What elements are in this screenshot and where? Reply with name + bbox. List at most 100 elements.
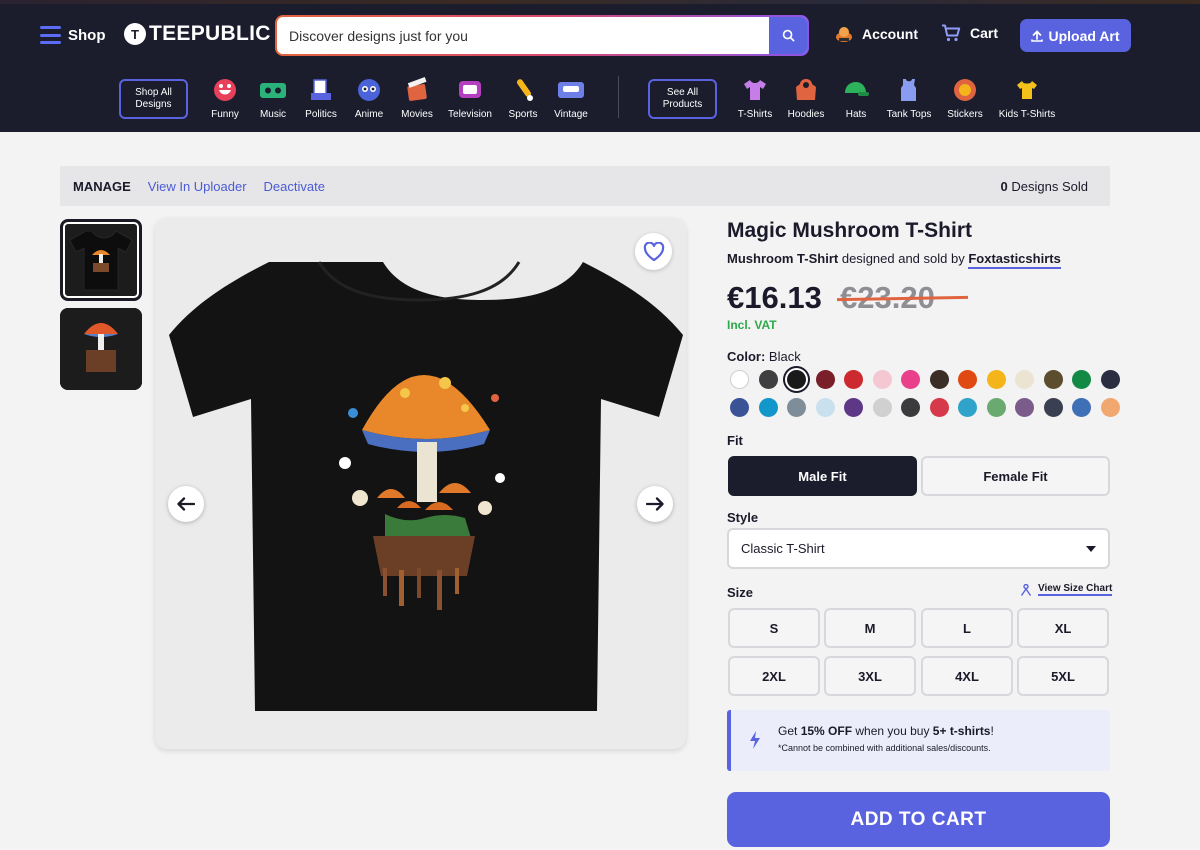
nav-divider bbox=[618, 76, 619, 118]
deactivate-link[interactable]: Deactivate bbox=[264, 179, 325, 194]
color-swatch[interactable] bbox=[1015, 370, 1034, 389]
design-name: Mushroom T-Shirt bbox=[727, 251, 839, 266]
size-option-l[interactable]: L bbox=[921, 608, 1013, 648]
thumbnail-design-image bbox=[60, 308, 142, 390]
designs-sold: 0 Designs Sold bbox=[1001, 179, 1088, 194]
cart-label: Cart bbox=[970, 25, 999, 41]
account-link[interactable]: Account bbox=[834, 24, 918, 44]
nav-label: Television bbox=[448, 109, 492, 120]
seller-link[interactable]: Foxtasticshirts bbox=[968, 251, 1061, 269]
cart-link[interactable]: Cart bbox=[941, 24, 998, 42]
color-swatch[interactable] bbox=[1043, 370, 1063, 389]
color-swatch[interactable] bbox=[958, 398, 977, 417]
color-swatch[interactable] bbox=[901, 398, 920, 417]
fit-option-male[interactable]: Male Fit bbox=[728, 456, 917, 496]
color-swatch[interactable] bbox=[872, 398, 892, 417]
style-select[interactable]: Classic T-Shirt bbox=[727, 528, 1110, 569]
size-option-m[interactable]: M bbox=[824, 608, 916, 648]
hoodie-icon bbox=[792, 76, 820, 104]
tshirt-icon bbox=[741, 76, 769, 104]
promo-get: Get bbox=[778, 724, 798, 738]
color-swatch[interactable] bbox=[815, 398, 835, 417]
size-option-xl[interactable]: XL bbox=[1017, 608, 1109, 648]
product-title: Magic Mushroom T-Shirt bbox=[727, 219, 973, 242]
account-label: Account bbox=[862, 26, 918, 42]
color-swatch[interactable] bbox=[929, 370, 949, 389]
search-button[interactable] bbox=[769, 17, 807, 54]
size-option-4xl[interactable]: 4XL bbox=[921, 656, 1013, 696]
size-option-5xl[interactable]: 5XL bbox=[1017, 656, 1109, 696]
size-option-s[interactable]: S bbox=[728, 608, 820, 648]
size-option-3xl[interactable]: 3XL bbox=[824, 656, 916, 696]
color-swatch[interactable] bbox=[1072, 370, 1091, 389]
search-bar bbox=[275, 15, 809, 56]
shop-menu-label[interactable]: Shop bbox=[68, 27, 106, 44]
color-swatch[interactable] bbox=[1100, 398, 1120, 417]
nav-item-stickers[interactable]: Stickers bbox=[934, 76, 996, 120]
upload-art-label: Upload Art bbox=[1048, 27, 1120, 44]
size-chart-link[interactable]: View Size Chart bbox=[1020, 583, 1113, 596]
color-swatch[interactable] bbox=[986, 398, 1006, 417]
shop-all-designs-button[interactable]: Shop All Designs bbox=[119, 79, 188, 119]
promo-banner: Get 15% OFF when you buy 5+ t-shirts! *C… bbox=[727, 710, 1110, 771]
fit-option-female[interactable]: Female Fit bbox=[921, 456, 1110, 496]
color-swatch[interactable] bbox=[730, 398, 749, 417]
header-banner-strip bbox=[0, 0, 1200, 4]
nav-item-tank-tops[interactable]: Tank Tops bbox=[878, 76, 940, 120]
style-label: Style bbox=[727, 510, 759, 525]
color-swatch[interactable] bbox=[758, 398, 778, 417]
color-swatch[interactable] bbox=[1072, 398, 1091, 417]
search-input[interactable] bbox=[277, 17, 769, 54]
color-swatch[interactable] bbox=[958, 370, 977, 389]
tank-top-icon bbox=[895, 76, 923, 104]
next-image-button[interactable] bbox=[637, 486, 673, 522]
manage-bar: MANAGE View In Uploader Deactivate 0 Des… bbox=[60, 166, 1110, 206]
color-swatch[interactable] bbox=[758, 370, 778, 389]
nav-label: Politics bbox=[305, 109, 337, 120]
nav-item-kids-tshirts[interactable]: Kids T-Shirts bbox=[996, 76, 1058, 120]
color-swatch[interactable] bbox=[986, 370, 1006, 389]
upload-icon bbox=[1031, 29, 1044, 42]
product-main-image bbox=[155, 218, 686, 749]
teepublic-logo[interactable]: T TEEPUBLIC bbox=[124, 22, 271, 46]
color-swatch[interactable] bbox=[901, 370, 920, 389]
color-swatch[interactable] bbox=[787, 370, 806, 389]
view-in-uploader-link[interactable]: View In Uploader bbox=[148, 179, 247, 194]
color-swatch[interactable] bbox=[844, 370, 863, 389]
politics-icon bbox=[307, 76, 335, 104]
thumbnail-tshirt[interactable] bbox=[60, 219, 142, 301]
nav-label: Hoodies bbox=[787, 109, 825, 120]
nav-label: Funny bbox=[211, 109, 239, 120]
color-swatch[interactable] bbox=[1015, 398, 1034, 417]
menu-icon[interactable] bbox=[40, 26, 61, 44]
cart-icon bbox=[942, 24, 961, 42]
sports-bat-icon bbox=[509, 76, 537, 104]
kids-tshirt-icon bbox=[1013, 76, 1041, 104]
add-to-cart-button[interactable]: ADD TO CART bbox=[727, 792, 1110, 847]
color-swatch[interactable] bbox=[730, 370, 749, 389]
color-swatch[interactable] bbox=[929, 398, 949, 417]
thumbnail-design[interactable] bbox=[60, 308, 142, 390]
nav-item-vintage[interactable]: Vintage bbox=[540, 76, 602, 120]
color-swatch[interactable] bbox=[1100, 370, 1120, 389]
size-option-2xl[interactable]: 2XL bbox=[728, 656, 820, 696]
prev-image-button[interactable] bbox=[168, 486, 204, 522]
color-swatch[interactable] bbox=[815, 370, 835, 389]
nav-label: Kids T-Shirts bbox=[998, 109, 1056, 120]
television-icon bbox=[456, 76, 484, 104]
promo-when: when you buy bbox=[855, 724, 930, 738]
ruler-person-icon bbox=[1020, 583, 1032, 596]
music-cassette-icon bbox=[259, 76, 287, 104]
color-swatch[interactable] bbox=[787, 398, 806, 417]
logo-tee-icon: T bbox=[124, 23, 146, 45]
anime-icon bbox=[355, 76, 383, 104]
nav-label: Vintage bbox=[554, 109, 588, 120]
see-all-products-button[interactable]: See All Products bbox=[648, 79, 717, 119]
color-swatch[interactable] bbox=[872, 370, 892, 389]
color-swatch[interactable] bbox=[844, 398, 863, 417]
favorite-button[interactable] bbox=[635, 233, 672, 270]
color-swatch[interactable] bbox=[1043, 398, 1063, 417]
promo-text: Get 15% OFF when you buy 5+ t-shirts! bbox=[778, 724, 994, 738]
nav-label: T-Shirts bbox=[737, 109, 773, 120]
upload-art-button[interactable]: Upload Art bbox=[1020, 19, 1131, 52]
